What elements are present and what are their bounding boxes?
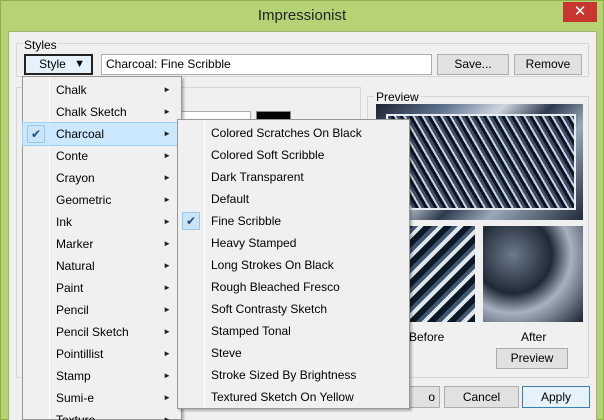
style-menu-item-pencil-sketch[interactable]: Pencil Sketch ► <box>23 321 181 343</box>
menu-item-label: Fine Scribble <box>211 214 282 228</box>
submenu-arrow-icon: ► <box>163 261 171 270</box>
style-button-label: Style <box>39 57 66 71</box>
submenu-arrow-icon: ► <box>163 85 171 94</box>
charcoal-item-soft-contrasty-sketch[interactable]: Soft Contrasty Sketch <box>178 298 409 320</box>
style-menu-item-ink[interactable]: Ink ► <box>23 211 181 233</box>
menu-item-label: Textured Sketch On Yellow <box>211 390 354 404</box>
window-title: Impressionist <box>257 7 347 24</box>
charcoal-item-stamped-tonal[interactable]: Stamped Tonal <box>178 320 409 342</box>
close-button[interactable]: ✕ <box>563 2 597 22</box>
menu-item-label: Sumi-e <box>56 391 95 405</box>
charcoal-item-heavy-stamped[interactable]: Heavy Stamped <box>178 232 409 254</box>
charcoal-item-dark-transparent[interactable]: Dark Transparent <box>178 166 409 188</box>
style-menu-item-paint[interactable]: Paint ► <box>23 277 181 299</box>
remove-button[interactable]: Remove <box>514 54 582 75</box>
menu-item-label: Heavy Stamped <box>211 236 297 250</box>
style-menu-item-crayon[interactable]: Crayon ► <box>23 167 181 189</box>
styles-group-label: Styles <box>23 38 58 52</box>
menu-item-label: Pointillist <box>56 347 104 361</box>
menu-item-label: Rough Bleached Fresco <box>211 280 340 294</box>
charcoal-item-fine-scribble[interactable]: ✔ Fine Scribble <box>178 210 409 232</box>
submenu-arrow-icon: ► <box>163 371 171 380</box>
after-image <box>483 226 583 322</box>
menu-item-label: Marker <box>56 237 94 251</box>
style-menu-item-pencil[interactable]: Pencil ► <box>23 299 181 321</box>
submenu-arrow-icon: ► <box>163 107 171 116</box>
menu-item-label: Geometric <box>56 193 112 207</box>
charcoal-item-colored-scratches-on-black[interactable]: Colored Scratches On Black <box>178 122 409 144</box>
menu-item-label: Charcoal <box>56 127 105 141</box>
style-menu-item-geometric[interactable]: Geometric ► <box>23 189 181 211</box>
menu-item-label: Conte <box>56 149 89 163</box>
menu-item-label: Paint <box>56 281 84 295</box>
menu-item-label: Long Strokes On Black <box>211 258 334 272</box>
charcoal-item-rough-bleached-fresco[interactable]: Rough Bleached Fresco <box>178 276 409 298</box>
menu-item-label: Pencil <box>56 303 89 317</box>
submenu-arrow-icon: ► <box>163 393 171 402</box>
charcoal-item-long-strokes-on-black[interactable]: Long Strokes On Black <box>178 254 409 276</box>
style-menu: Chalk ► Chalk Sketch ► ✔ Charcoal ► Conte ► Crayo… <box>22 76 182 420</box>
charcoal-item-colored-soft-scribble[interactable]: Colored Soft Scribble <box>178 144 409 166</box>
preview-button[interactable]: Preview <box>496 348 568 369</box>
submenu-arrow-icon: ► <box>163 129 171 138</box>
after-label: After <box>521 330 547 344</box>
charcoal-submenu: Colored Scratches On Black Colored Soft S… <box>177 119 410 409</box>
charcoal-item-steve[interactable]: Steve <box>178 342 409 364</box>
menu-item-label: Default <box>211 192 250 206</box>
style-menu-item-pointillist[interactable]: Pointillist ► <box>23 343 181 365</box>
menu-item-label: Crayon <box>56 171 95 185</box>
before-label: Before <box>409 330 445 344</box>
save-button[interactable]: Save... <box>437 54 509 75</box>
submenu-arrow-icon: ► <box>163 239 171 248</box>
submenu-arrow-icon: ► <box>163 415 171 420</box>
charcoal-item-stroke-sized-by-brightness[interactable]: Stroke Sized By Brightness <box>178 364 409 386</box>
menu-item-label: Natural <box>56 259 95 273</box>
style-button[interactable]: Style ▼ <box>24 54 93 75</box>
current-style-field[interactable]: Charcoal: Fine Scribble <box>101 54 432 75</box>
submenu-arrow-icon: ► <box>163 349 171 358</box>
submenu-arrow-icon: ► <box>163 217 171 226</box>
checkmark-icon: ✔ <box>182 212 200 230</box>
submenu-arrow-icon: ► <box>163 305 171 314</box>
checkmark-icon: ✔ <box>27 125 45 143</box>
style-menu-item-charcoal[interactable]: ✔ Charcoal ► <box>22 122 182 146</box>
submenu-arrow-icon: ► <box>163 195 171 204</box>
menu-item-label: Chalk Sketch <box>56 105 127 119</box>
menu-item-label: Stamped Tonal <box>211 324 291 338</box>
menu-item-label: Chalk <box>56 83 87 97</box>
style-menu-item-conte[interactable]: Conte ► <box>23 145 181 167</box>
menu-item-label: Stamp <box>56 369 91 383</box>
style-menu-item-natural[interactable]: Natural ► <box>23 255 181 277</box>
dropdown-arrow-icon: ▼ <box>74 58 85 70</box>
submenu-arrow-icon: ► <box>163 327 171 336</box>
submenu-arrow-icon: ► <box>163 151 171 160</box>
title-bar[interactable]: Impressionist ✕ <box>1 1 603 31</box>
charcoal-item-default[interactable]: Default <box>178 188 409 210</box>
style-menu-item-chalk[interactable]: Chalk ► <box>23 79 181 101</box>
menu-item-label: Stroke Sized By Brightness <box>211 368 357 382</box>
apply-button[interactable]: Apply <box>522 386 590 408</box>
style-menu-item-chalk-sketch[interactable]: Chalk Sketch ► <box>23 101 181 123</box>
preview-artwork <box>386 114 576 210</box>
close-icon: ✕ <box>573 3 587 20</box>
submenu-arrow-icon: ► <box>163 283 171 292</box>
menu-item-label: Steve <box>211 346 242 360</box>
style-menu-item-stamp[interactable]: Stamp ► <box>23 365 181 387</box>
menu-item-label: Dark Transparent <box>211 170 304 184</box>
menu-item-label: Soft Contrasty Sketch <box>211 302 328 316</box>
menu-item-label: Pencil Sketch <box>56 325 129 339</box>
menu-item-label: Colored Soft Scribble <box>211 148 325 162</box>
preview-group-label: Preview <box>374 90 421 104</box>
cancel-button[interactable]: Cancel <box>444 386 519 408</box>
charcoal-item-textured-sketch-on-yellow[interactable]: Textured Sketch On Yellow <box>178 386 409 408</box>
submenu-arrow-icon: ► <box>163 173 171 182</box>
menu-item-label: Texture <box>56 413 96 420</box>
style-menu-item-sumi-e[interactable]: Sumi-e ► <box>23 387 181 409</box>
style-menu-item-marker[interactable]: Marker ► <box>23 233 181 255</box>
menu-item-label: Ink <box>56 215 73 229</box>
menu-item-label: Colored Scratches On Black <box>211 126 362 140</box>
style-menu-item-texture[interactable]: Texture ► <box>23 409 181 420</box>
